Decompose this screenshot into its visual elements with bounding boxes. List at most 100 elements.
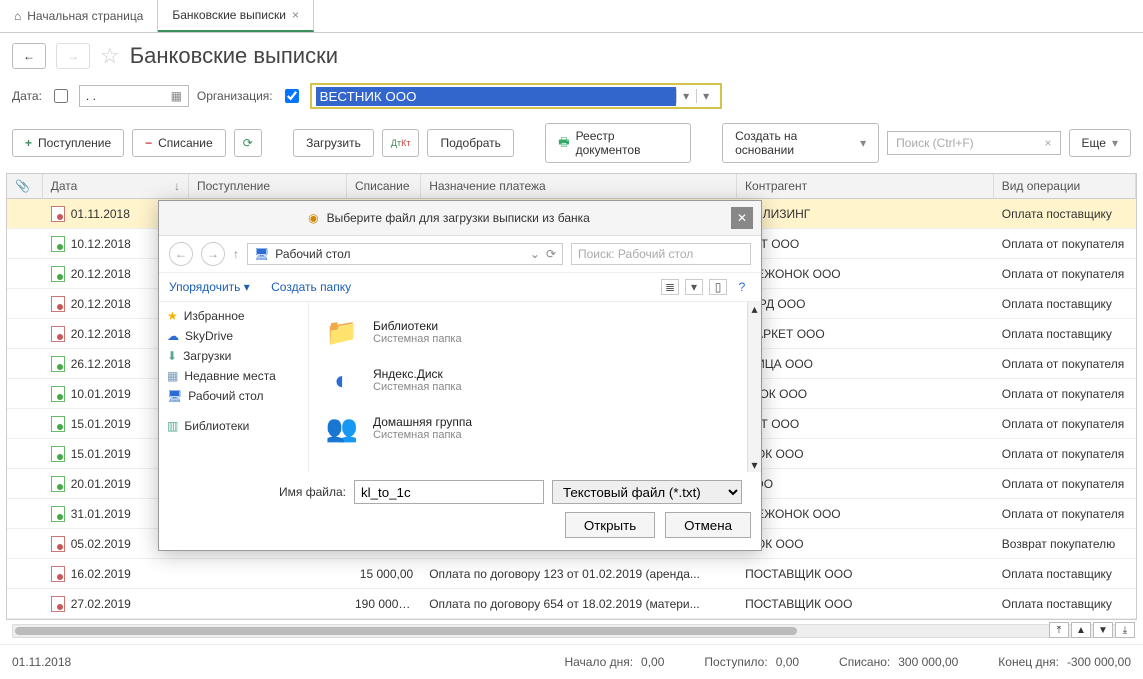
row-agent: ЖЕЖОНОК ООО — [737, 263, 994, 285]
item-libs-title: Библиотеки — [373, 319, 462, 333]
row-agent: ГБ ЛИЗИНГ — [737, 203, 994, 225]
file-item-libraries[interactable]: 📁 БиблиотекиСистемная папка — [319, 308, 737, 356]
row-agent: ГАРД ООО — [737, 293, 994, 315]
help-icon[interactable]: ? — [733, 279, 751, 295]
row-date: 10.12.2018 — [71, 237, 131, 251]
file-item-yandex-disk[interactable]: ◐ Яндекс.ДискСистемная папка — [319, 356, 737, 404]
forward-button[interactable]: → — [56, 43, 90, 69]
view-mode-dd-icon[interactable]: ▾ — [685, 279, 703, 295]
doc-icon — [51, 206, 65, 222]
row-writeoff: 190 000,00 — [347, 593, 421, 615]
filetype-select[interactable]: Текстовый файл (*.txt) — [552, 480, 742, 504]
app-icon: ◉ — [308, 211, 318, 225]
close-icon[interactable]: × — [292, 8, 299, 22]
nav-up-icon[interactable]: ▲ — [1071, 622, 1091, 638]
doc-icon — [51, 236, 65, 252]
nav-last-icon[interactable]: ⤓ — [1115, 622, 1135, 638]
row-purpose: Оплата по договору 654 от 18.02.2019 (ма… — [421, 593, 737, 615]
cloud-icon: ☁ — [167, 329, 179, 343]
nav-up-button[interactable]: ↑ — [233, 247, 239, 261]
receive-button[interactable]: +Поступление — [12, 129, 124, 157]
more-label: Еще — [1082, 136, 1106, 150]
dt-kt-button[interactable]: ДтКт — [382, 129, 420, 157]
sidebar-favorites[interactable]: ★Избранное — [165, 306, 302, 326]
scroll-up-icon[interactable]: ▴ — [751, 302, 757, 316]
dialog-title: Выберите файл для загрузки выписки из ба… — [327, 211, 590, 225]
col-receive[interactable]: Поступление — [189, 174, 347, 198]
scroll-down-icon[interactable]: ▾ — [751, 458, 757, 472]
col-operation[interactable]: Вид операции — [994, 174, 1136, 198]
desk-label: Рабочий стол — [188, 389, 263, 403]
path-text: Рабочий стол — [275, 247, 350, 261]
row-operation: Оплата поставщику — [994, 563, 1136, 585]
org-more-icon[interactable]: ▾ — [696, 89, 716, 103]
chevron-down-icon: ▾ — [1112, 136, 1118, 150]
col-attachment[interactable]: 📎 — [7, 174, 43, 198]
new-folder-link[interactable]: Создать папку — [271, 280, 351, 294]
sidebar-skydrive[interactable]: ☁SkyDrive — [165, 326, 302, 346]
arrange-link[interactable]: Упорядочить ▾ — [169, 280, 250, 294]
view-mode-icon[interactable]: ≣ — [661, 279, 679, 295]
search-input[interactable]: Поиск (Ctrl+F)× — [887, 131, 1060, 155]
col-purpose[interactable]: Назначение платежа — [421, 174, 737, 198]
col-date[interactable]: Дата↓ — [43, 174, 189, 198]
sidebar-desktop[interactable]: 🖥Рабочий стол — [165, 386, 302, 406]
doc-icon — [51, 566, 65, 582]
file-item-homegroup[interactable]: 👥 Домашняя группаСистемная папка — [319, 404, 737, 452]
tab-active-label: Банковские выписки — [172, 8, 286, 22]
nav-first-icon[interactable]: ⤒ — [1049, 622, 1069, 638]
row-operation: Оплата от покупателя — [994, 443, 1136, 465]
writeoff-button[interactable]: −Списание — [132, 129, 226, 157]
table-row[interactable]: 27.02.2019190 000,00Оплата по договору 6… — [7, 589, 1136, 619]
org-field[interactable]: ▾ ▾ — [310, 83, 722, 109]
org-dd-icon[interactable]: ▾ — [676, 89, 696, 103]
dialog-vertical-scrollbar[interactable]: ▴▾ — [747, 302, 761, 472]
tab-bank-statements[interactable]: Банковские выписки × — [158, 0, 314, 32]
horizontal-scrollbar[interactable] — [12, 624, 1131, 638]
nav-fwd-button[interactable]: → — [201, 242, 225, 266]
create-on-button[interactable]: Создать на основании▾ — [722, 123, 879, 163]
match-button[interactable]: Подобрать — [427, 129, 513, 157]
cancel-button[interactable]: Отмена — [665, 512, 751, 538]
libs-label: Библиотеки — [184, 419, 249, 433]
filename-input[interactable] — [354, 480, 544, 504]
sidebar-downloads[interactable]: ⬇Загрузки — [165, 346, 302, 366]
chevron-down-icon[interactable]: ⌄ — [530, 247, 540, 261]
scrollbar-thumb[interactable] — [15, 627, 797, 635]
more-button[interactable]: Еще ▾ — [1069, 129, 1131, 157]
refresh-path-icon[interactable]: ⟳ — [546, 247, 556, 261]
status-out-label: Списано: — [839, 655, 890, 669]
dialog-search-input[interactable]: Поиск: Рабочий стол — [571, 243, 751, 265]
path-breadcrumb[interactable]: 🖥 Рабочий стол ⌄ ⟳ — [247, 243, 563, 265]
sidebar-recent[interactable]: ▦Недавние места — [165, 366, 302, 386]
preview-pane-icon[interactable]: ▯ — [709, 279, 727, 295]
date-input[interactable]: . . ▦ — [79, 85, 189, 107]
star-icon[interactable]: ☆ — [100, 43, 120, 69]
row-operation: Оплата от покупателя — [994, 353, 1136, 375]
load-label: Загрузить — [306, 136, 361, 150]
sidebar-libraries[interactable]: ▥Библиотеки — [165, 416, 302, 436]
dialog-close-button[interactable]: ✕ — [731, 207, 753, 229]
item-libs-sub: Системная папка — [373, 333, 462, 345]
refresh-button[interactable]: ⟳ — [234, 129, 262, 157]
row-operation: Оплата от покупателя — [994, 233, 1136, 255]
org-label: Организация: — [197, 89, 273, 103]
org-filter-checkbox[interactable] — [285, 89, 299, 103]
registry-button[interactable]: 🖶Реестр документов — [545, 123, 691, 163]
col-agent[interactable]: Контрагент — [737, 174, 994, 198]
clear-icon[interactable]: × — [1045, 136, 1052, 150]
col-writeoff[interactable]: Списание — [347, 174, 421, 198]
calendar-icon[interactable]: ▦ — [171, 89, 182, 103]
open-button[interactable]: Открыть — [565, 512, 655, 538]
row-date: 20.12.2018 — [71, 267, 131, 281]
load-button[interactable]: Загрузить — [293, 129, 374, 157]
nav-back-button[interactable]: ← — [169, 242, 193, 266]
registry-label: Реестр документов — [576, 129, 678, 157]
table-row[interactable]: 16.02.201915 000,00Оплата по договору 12… — [7, 559, 1136, 589]
refresh-icon: ⟳ — [243, 136, 253, 150]
org-input[interactable] — [316, 87, 676, 106]
nav-down-icon[interactable]: ▼ — [1093, 622, 1113, 638]
tab-home[interactable]: ⌂ Начальная страница — [0, 0, 158, 32]
date-filter-checkbox[interactable] — [54, 89, 68, 103]
back-button[interactable]: ← — [12, 43, 46, 69]
